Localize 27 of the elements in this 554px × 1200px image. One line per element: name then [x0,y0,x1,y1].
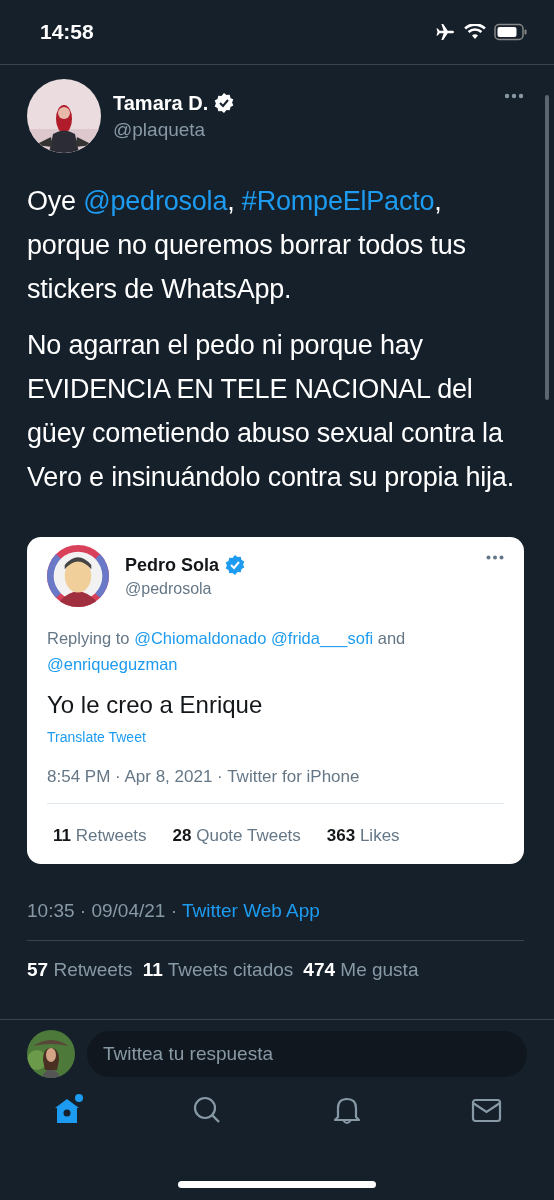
author-handle: @pedrosola [125,579,213,598]
stat-count[interactable]: 28 Quote Tweets [172,826,301,846]
source-link[interactable]: Twitter Web App [181,900,320,921]
stat-count[interactable]: 363 Likes [326,826,400,846]
stat-count[interactable]: 57 Retweets [27,959,133,981]
clock-time: 14:58 [40,20,94,44]
wifi-icon [464,24,486,40]
more-options-icon[interactable] [486,555,504,560]
battery-icon [494,23,528,41]
author-name: Tamara D. [113,91,209,115]
more-options-icon[interactable] [504,93,524,99]
tweet-timestamp: 10:35 · 09/04/21 · Twitter Web App [27,900,321,922]
replying-to-text: Replying to @Chiomaldonado @frida___sofi and @enriqueguzman [47,628,407,675]
tweet-text: Oye @pedrosola, #RompeElPacto, porque no queremos borrar todos tus stickers de WhatsApp. [27,185,467,306]
mention-link[interactable]: #RompeElPacto [241,186,435,216]
reply-field[interactable]: Twittea tu respuesta [87,1031,527,1077]
quoted-tweet-text: Yo le creo a Enrique [47,691,264,719]
author-name: Pedro Sola [125,554,220,576]
stat-count[interactable]: 11 Tweets citados [142,959,294,981]
author-handle: @plaqueta [113,118,207,141]
mention-link[interactable]: @pedrosola [83,186,228,216]
tweet-timestamp: 8:54 PM · Apr 8, 2021 · Twitter for iPhone [47,767,361,787]
stat-count[interactable]: 474 Me gusta [303,959,419,981]
stat-count[interactable]: 11 Retweets [53,826,147,846]
tweet-text: No agarran el pedo ni porque hay EVIDENCIA EN TELE NACIONAL del güey cometiendo abuso sexual contra la Vero e insinuándolo contra su propia hija. [27,329,515,494]
quoted-tweet-card[interactable]: Pedro Sola @pedrosola Replying to @Chiomaldonado @frida___sofi and @enriqueguzman Yo le creo a Enrique Translate Tweet 8:54 PM · Apr 8, 2021 · Twitter for iPhone 11 Retweets 28 Quote Tweets 363 Likes [27,537,524,864]
airplane-icon [434,23,456,41]
